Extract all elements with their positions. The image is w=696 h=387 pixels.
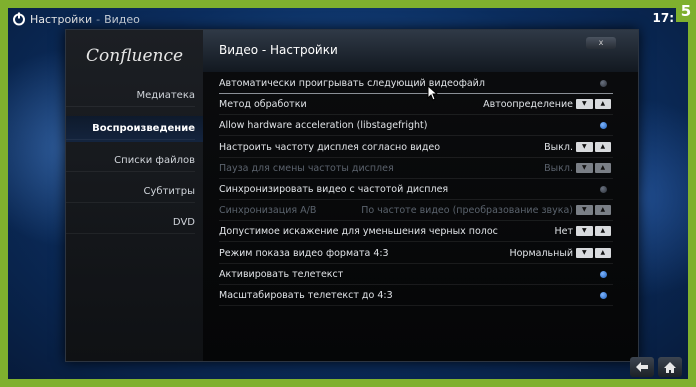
home-icon [664,361,676,373]
back-button[interactable] [630,357,654,377]
settings-row[interactable]: Метод обработки Автоопределение ▼ ▲ [219,94,613,116]
toggle-indicator[interactable] [600,80,607,87]
dialog-header: Видео - Настройки x [203,30,638,72]
close-button[interactable]: x [586,37,616,49]
chevron-up-icon[interactable]: ▲ [594,141,611,152]
settings-row[interactable]: Масштабировать телетекст до 4:3 [219,285,613,306]
sidebar-item-subtitles[interactable]: Субтитры [66,181,195,203]
chevron-down-icon[interactable]: ▼ [576,247,593,258]
settings-panel: Видео - Настройки x Автоматически проигр… [203,30,638,361]
toggle-indicator[interactable] [600,292,607,299]
setting-value: Выкл. [544,141,573,153]
chevron-up-icon[interactable]: ▲ [594,247,611,258]
toggle-indicator[interactable] [600,186,607,193]
setting-label: Настроить частоту дисплея согласно видео [219,141,441,153]
top-bar: Настройки - Видео 17: [8,8,688,30]
setting-label: Режим показа видео формата 4:3 [219,247,389,259]
sidebar: Confluence Медиатека Воспроизведение Спи… [66,30,203,361]
toggle-indicator[interactable] [600,270,607,278]
settings-row[interactable]: Допустимое искажение для уменьшения черн… [219,221,613,243]
power-icon[interactable] [12,12,26,26]
setting-label: Масштабировать телетекст до 4:3 [219,290,393,301]
setting-label: Автоматически проигрывать следующий виде… [219,78,485,89]
setting-value: По частоте видео (преобразование звука) [361,205,573,217]
spin-control: ▼ ▲ [576,162,611,173]
chevron-up-icon: ▲ [594,162,611,173]
toggle-indicator[interactable] [600,122,607,130]
setting-value: Автоопределение [483,99,573,111]
chevron-down-icon[interactable]: ▼ [576,226,593,237]
breadcrumb-separator: - [96,12,101,26]
spin-control: ▼ ▲ [576,226,611,237]
settings-row: Пауза для смены частоты дисплея Выкл. ▼ ▲ [219,158,613,179]
spin-control: ▼ ▲ [576,141,611,152]
setting-label: Пауза для смены частоты дисплея [219,162,394,174]
settings-row[interactable]: Настроить частоту дисплея согласно видео… [219,137,613,158]
sidebar-item-file-lists[interactable]: Списки файлов [66,150,195,172]
app-logo: Confluence [86,46,184,66]
setting-label: Синхронизировать видео с частотой диспле… [219,184,449,195]
sidebar-item-playback[interactable]: Воспроизведение [66,118,195,140]
chevron-down-icon[interactable]: ▼ [576,99,593,110]
chevron-up-icon[interactable]: ▲ [594,226,611,237]
breadcrumb-subtitle: Видео [104,12,140,26]
chevron-up-icon[interactable]: ▲ [594,99,611,110]
clock: 17: [652,11,675,25]
chevron-down-icon: ▼ [576,205,593,216]
screen: Настройки - Видео 17: Confluence Медиате… [8,8,688,379]
back-arrow-icon [636,362,648,372]
chevron-down-icon[interactable]: ▼ [576,141,593,152]
spin-control: ▼ ▲ [576,205,611,216]
settings-row: Синхронизация A/B По частоте видео (преоб… [219,200,613,222]
setting-value: Выкл. [544,162,573,174]
setting-label: Активировать телетекст [219,268,344,280]
sidebar-item-dvd[interactable]: DVD [66,212,195,234]
setting-value: Нет [554,226,573,238]
settings-row[interactable]: Allow hardware acceleration (libstagefri… [219,115,613,137]
chevron-up-icon: ▲ [594,205,611,216]
settings-row[interactable]: Автоматически проигрывать следующий виде… [219,73,613,94]
mouse-cursor-icon [427,85,438,101]
sidebar-item-media[interactable]: Медиатека [66,85,195,107]
setting-label: Allow hardware acceleration (libstagefri… [219,120,428,132]
home-button[interactable] [658,357,682,377]
spin-control: ▼ ▲ [576,99,611,110]
step-badge: 5 [676,0,696,22]
chevron-down-icon: ▼ [576,162,593,173]
breadcrumb-title: Настройки [30,12,93,26]
setting-label: Синхронизация A/B [219,205,317,217]
settings-row[interactable]: Синхронизировать видео с частотой диспле… [219,179,613,200]
dialog-title: Видео - Настройки [219,43,338,57]
setting-label: Допустимое искажение для уменьшения черн… [219,226,498,238]
setting-value: Нормальный [509,247,573,259]
settings-row[interactable]: Активировать телетекст [219,264,613,285]
spin-control: ▼ ▲ [576,247,611,258]
settings-dialog: Confluence Медиатека Воспроизведение Спи… [65,29,639,362]
settings-row[interactable]: Режим показа видео формата 4:3 Нормальный… [219,243,613,264]
setting-label: Метод обработки [219,99,307,111]
